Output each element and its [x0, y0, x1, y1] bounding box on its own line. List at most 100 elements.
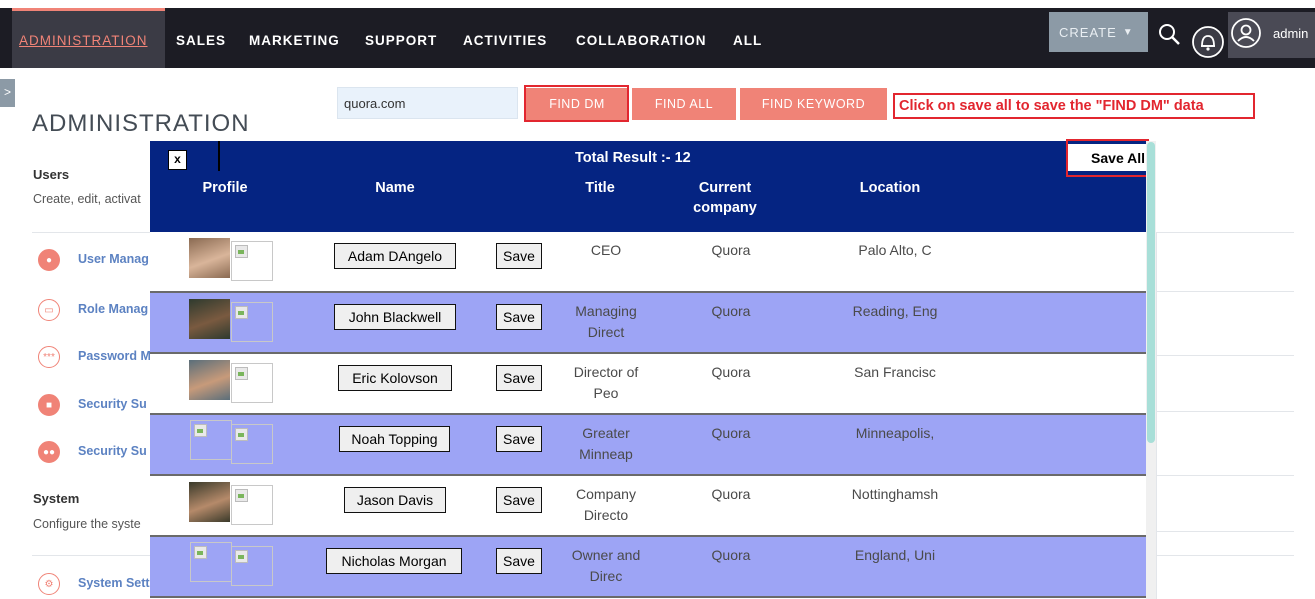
- admin-link-label: Role Manag: [78, 302, 149, 316]
- search-icon[interactable]: [1157, 22, 1183, 48]
- table-row: Nicholas Morgan Save Owner and Direc Quora E…: [150, 537, 1146, 598]
- section-title-system: System: [33, 491, 80, 506]
- search-input[interactable]: [337, 87, 518, 119]
- section-desc-users: Create, edit, activat: [33, 192, 141, 206]
- save-all-highlight: [1066, 139, 1149, 177]
- admin-link-label: Password M: [78, 349, 151, 363]
- admin-link-label: Security Su: [78, 397, 147, 411]
- results-modal: x Total Result :- 12 Save All Profile Na…: [150, 141, 1146, 599]
- broken-image-icon: [231, 241, 273, 281]
- table-row: Adam DAngelo Save CEO Quora Palo Alto, C: [150, 232, 1146, 293]
- contact-name-button[interactable]: John Blackwell: [334, 304, 456, 330]
- cell-company: Quora: [711, 547, 751, 563]
- user-icon: ●: [38, 249, 60, 271]
- cell-location: Nottinghamsh: [851, 486, 939, 502]
- total-results-label: Total Result :- 12: [575, 150, 691, 166]
- profile-photo: [189, 299, 230, 339]
- admin-link-label: System Sett: [78, 576, 150, 590]
- notification-bell-icon[interactable]: [1190, 24, 1226, 60]
- cell-title: Managing Direct: [575, 303, 637, 340]
- cell-location: Minneapolis,: [855, 425, 935, 441]
- broken-image-icon: [231, 302, 273, 342]
- section-desc-system: Configure the syste: [33, 517, 141, 531]
- cell-company: Quora: [711, 242, 751, 258]
- column-header-location: Location: [859, 180, 921, 196]
- right-panel: [1156, 233, 1294, 599]
- cell-title: Greater Minneap: [579, 425, 633, 462]
- nav-item-administration[interactable]: ADMINISTRATION: [19, 33, 148, 48]
- right-panel-divider: [1156, 531, 1294, 532]
- cell-location: Reading, Eng: [852, 303, 938, 319]
- save-row-button[interactable]: Save: [496, 304, 542, 330]
- find-dm-highlight: [524, 85, 629, 122]
- right-panel-divider: [1156, 411, 1294, 412]
- broken-image-icon: [231, 424, 273, 464]
- table-row: Jason Davis Save Company Directo Quora Notti…: [150, 476, 1146, 537]
- cell-title: Owner and Direc: [571, 547, 641, 584]
- nav-item-activities[interactable]: ACTIVITIES: [463, 33, 547, 48]
- caret-down-icon: ▼: [1122, 26, 1134, 38]
- cell-company: Quora: [711, 486, 751, 502]
- find-keyword-button[interactable]: FIND KEYWORD: [740, 88, 887, 120]
- user-name-label[interactable]: admin: [1273, 26, 1308, 41]
- cell-location: England, Uni: [854, 547, 936, 563]
- save-row-button[interactable]: Save: [496, 243, 542, 269]
- right-panel-divider: [1156, 355, 1294, 356]
- header-separator: [218, 141, 220, 171]
- profile-photo: [189, 238, 230, 278]
- top-navigation-bar: ADMINISTRATION SALES MARKETING SUPPORT A…: [0, 0, 1315, 68]
- app-root: ADMINISTRATION SALES MARKETING SUPPORT A…: [0, 0, 1315, 599]
- broken-image-icon: [231, 546, 273, 586]
- profile-photo: [189, 360, 230, 400]
- broken-image-icon: [190, 542, 232, 582]
- broken-image-icon: [231, 485, 273, 525]
- table-row: Eric Kolovson Save Director of Peo Quora San…: [150, 354, 1146, 415]
- column-header-company: Current company: [693, 180, 757, 216]
- password-icon: ***: [38, 346, 60, 368]
- table-row: John Blackwell Save Managing Direct Quora Re…: [150, 293, 1146, 354]
- column-header-name: Name: [375, 180, 415, 196]
- sidebar-toggle-button[interactable]: >: [0, 79, 15, 107]
- nav-item-sales[interactable]: SALES: [176, 33, 226, 48]
- section-title-users: Users: [33, 167, 70, 182]
- cell-company: Quora: [711, 303, 751, 319]
- role-icon: ▭: [38, 299, 60, 321]
- create-button[interactable]: CREATE ▼: [1049, 12, 1148, 52]
- find-all-button[interactable]: FIND ALL: [632, 88, 736, 120]
- nav-item-support[interactable]: SUPPORT: [365, 33, 437, 48]
- save-row-button[interactable]: Save: [496, 426, 542, 452]
- close-button[interactable]: x: [168, 150, 187, 170]
- nav-item-collaboration[interactable]: COLLABORATION: [576, 33, 707, 48]
- profile-photo: [189, 482, 230, 522]
- admin-link-label: Security Su: [78, 444, 147, 458]
- contact-name-button[interactable]: Eric Kolovson: [338, 365, 452, 391]
- cell-title: Company Directo: [576, 486, 636, 523]
- results-modal-header: x Total Result :- 12 Save All Profile Na…: [150, 141, 1146, 232]
- nav-item-marketing[interactable]: MARKETING: [249, 33, 340, 48]
- save-row-button[interactable]: Save: [496, 548, 542, 574]
- nav-item-all[interactable]: ALL: [733, 33, 762, 48]
- column-header-profile: Profile: [202, 180, 248, 196]
- cell-company: Quora: [711, 425, 751, 441]
- lock-icon: ■: [38, 394, 60, 416]
- save-row-button[interactable]: Save: [496, 365, 542, 391]
- right-panel-divider: [1156, 291, 1294, 292]
- contact-name-button[interactable]: Noah Topping: [339, 426, 450, 452]
- contact-name-button[interactable]: Jason Davis: [344, 487, 446, 513]
- group-icon: ●●: [38, 441, 60, 463]
- broken-image-icon: [231, 363, 273, 403]
- gear-icon: ⚙: [38, 573, 60, 595]
- create-label: CREATE: [1059, 24, 1117, 40]
- save-row-button[interactable]: Save: [496, 487, 542, 513]
- contact-name-button[interactable]: Nicholas Morgan: [326, 548, 462, 574]
- contact-name-button[interactable]: Adam DAngelo: [334, 243, 456, 269]
- user-avatar-icon[interactable]: [1229, 16, 1263, 50]
- cell-title: Director of Peo: [573, 364, 639, 401]
- nav-top-strip: [0, 0, 1315, 8]
- modal-scrollbar-thumb[interactable]: [1147, 142, 1155, 443]
- table-row: Noah Topping Save Greater Minneap Quora Minn…: [150, 415, 1146, 476]
- cell-title: CEO: [590, 242, 622, 258]
- page-title: ADMINISTRATION: [32, 110, 250, 137]
- admin-link-label: User Manag: [78, 252, 149, 266]
- right-panel-divider: [1156, 475, 1294, 476]
